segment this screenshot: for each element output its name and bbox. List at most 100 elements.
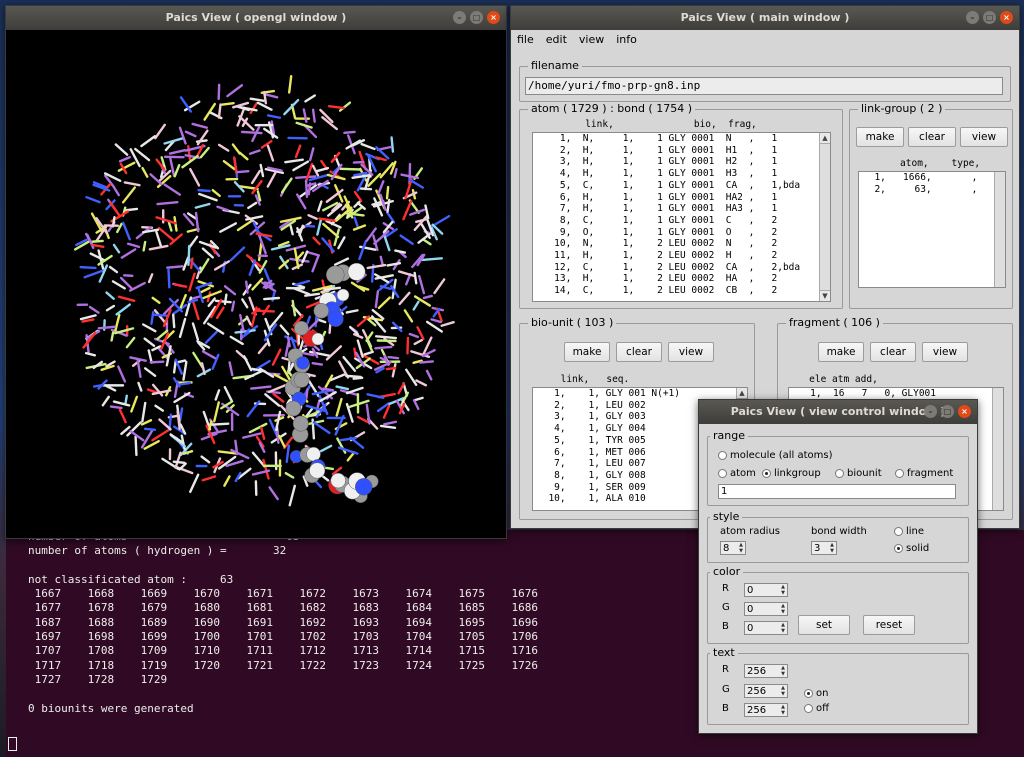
radio-linkgroup[interactable]: linkgroup <box>762 468 821 479</box>
close-icon[interactable]: × <box>1000 11 1013 24</box>
bio-unit-label: bio-unit ( 103 ) <box>528 316 617 329</box>
radio-solid-indicator <box>894 544 903 553</box>
spin-arrows-icon[interactable]: ▲ ▼ <box>779 704 787 716</box>
terminal-cursor <box>8 737 17 751</box>
text-b-value: 256 <box>747 705 767 716</box>
color-r-value: 0 <box>747 585 754 596</box>
radio-text-off-label: off <box>816 703 830 714</box>
link-list-header: atom, type, <box>860 158 981 169</box>
molecule-render <box>73 75 455 507</box>
radio-line[interactable]: line <box>894 526 924 537</box>
radio-line-indicator <box>894 527 903 536</box>
spin-arrows-icon[interactable]: ▲ ▼ <box>779 685 787 697</box>
spin-arrows-icon[interactable]: ▲ ▼ <box>779 665 787 677</box>
radio-solid[interactable]: solid <box>894 543 929 554</box>
range-group: range molecule (all atoms) atom linkgrou… <box>707 429 969 506</box>
range-input[interactable]: 1 <box>718 484 956 499</box>
maximize-icon[interactable]: □ <box>941 405 954 418</box>
opengl-window-titlebar[interactable]: Paics View ( opengl window ) – □ × <box>6 6 506 30</box>
bio-make-button[interactable]: make <box>564 342 610 362</box>
scroll-down-icon[interactable]: ▼ <box>820 290 830 301</box>
bio-clear-button[interactable]: clear <box>616 342 662 362</box>
radio-fragment[interactable]: fragment <box>895 468 953 479</box>
link-clear-button[interactable]: clear <box>908 127 956 147</box>
spin-arrows-icon[interactable]: ▲ ▼ <box>737 542 745 554</box>
main-window-title: Paics View ( main window ) <box>680 11 850 24</box>
style-label: style <box>710 510 743 523</box>
color-g-value: 0 <box>747 604 754 615</box>
spin-arrows-icon[interactable]: ▲ ▼ <box>828 542 836 554</box>
close-icon[interactable]: × <box>487 11 500 24</box>
radio-molecule[interactable]: molecule (all atoms) <box>718 450 833 461</box>
minimize-icon[interactable]: – <box>924 405 937 418</box>
color-label: color <box>710 565 744 578</box>
color-b-spinner[interactable]: 0 ▲ ▼ <box>744 621 788 635</box>
view-control-title: Paics View ( view control window ) <box>730 405 946 418</box>
color-group: color R 0 ▲ ▼ G 0 ▲ ▼ B 0 ▲ ▼ set reset <box>707 565 969 644</box>
text-b-spinner[interactable]: 256 ▲ ▼ <box>744 703 788 717</box>
scroll-up-icon[interactable]: ▲ <box>737 388 747 399</box>
close-icon[interactable]: × <box>958 405 971 418</box>
atom-radius-value: 8 <box>723 543 730 554</box>
main-window-titlebar[interactable]: Paics View ( main window ) – □ × <box>511 6 1019 30</box>
text-g-spinner[interactable]: 256 ▲ ▼ <box>744 684 788 698</box>
bond-width-value: 3 <box>814 543 821 554</box>
molecule-viewport[interactable] <box>6 30 506 538</box>
atom-list-scrollbar[interactable]: ▲ ▼ <box>819 133 830 301</box>
radio-text-on-indicator <box>804 689 813 698</box>
atom-radius-label: atom radius <box>720 526 780 537</box>
fragment-list-header: ele atm add, <box>792 374 878 385</box>
opengl-window-title: Paics View ( opengl window ) <box>165 11 347 24</box>
atom-group-label: atom ( 1729 ) : bond ( 1754 ) <box>528 102 695 115</box>
radio-text-off[interactable]: off <box>804 703 829 714</box>
color-g-spinner[interactable]: 0 ▲ ▼ <box>744 602 788 616</box>
color-set-button[interactable]: set <box>798 615 850 635</box>
fragment-list-scrollbar[interactable] <box>992 388 1003 510</box>
terminal-output: number of atoms = 63 number of atoms ( h… <box>28 530 538 715</box>
atom-group: atom ( 1729 ) : bond ( 1754 ) link, bio,… <box>519 102 843 309</box>
radio-biounit-indicator <box>835 469 844 478</box>
view-control-titlebar[interactable]: Paics View ( view control window ) – □ × <box>699 400 977 424</box>
bio-view-button[interactable]: view <box>668 342 714 362</box>
menu-bar: file edit view info <box>511 30 1019 50</box>
link-make-button[interactable]: make <box>856 127 904 147</box>
radio-line-label: line <box>906 526 925 537</box>
spin-arrows-icon[interactable]: ▲ ▼ <box>779 622 787 634</box>
spin-arrows-icon[interactable]: ▲ ▼ <box>779 584 787 596</box>
fragment-make-button[interactable]: make <box>818 342 864 362</box>
atom-radius-spinner[interactable]: 8 ▲ ▼ <box>720 541 746 555</box>
spin-arrows-icon[interactable]: ▲ ▼ <box>779 603 787 615</box>
menu-file[interactable]: file <box>517 30 534 50</box>
link-group-list[interactable]: 1, 1666, , 2, 63, , <box>858 171 1006 288</box>
color-b-label: B <box>722 621 729 632</box>
radio-atom[interactable]: atom <box>718 468 756 479</box>
maximize-icon[interactable]: □ <box>470 11 483 24</box>
minimize-icon[interactable]: – <box>966 11 979 24</box>
fragment-view-button[interactable]: view <box>922 342 968 362</box>
view-control-window: Paics View ( view control window ) – □ ×… <box>698 399 978 734</box>
link-view-button[interactable]: view <box>960 127 1008 147</box>
text-r-label: R <box>722 664 729 675</box>
radio-text-on[interactable]: on <box>804 688 828 699</box>
filename-field[interactable]: /home/yuri/fmo-prp-gn8.inp <box>525 77 1003 95</box>
radio-biounit[interactable]: biounit <box>835 468 882 479</box>
menu-info[interactable]: info <box>616 30 637 50</box>
text-r-spinner[interactable]: 256 ▲ ▼ <box>744 664 788 678</box>
color-r-spinner[interactable]: 0 ▲ ▼ <box>744 583 788 597</box>
color-reset-button[interactable]: reset <box>863 615 915 635</box>
atom-list[interactable]: 1, N, 1, 1 GLY 0001 N , 1 2, H, 1, 1 GLY… <box>532 132 831 302</box>
radio-fragment-label: fragment <box>907 468 954 479</box>
fragment-clear-button[interactable]: clear <box>870 342 916 362</box>
text-r-value: 256 <box>747 666 767 677</box>
radio-text-on-label: on <box>816 688 829 699</box>
link-list-scrollbar[interactable] <box>994 172 1005 287</box>
menu-edit[interactable]: edit <box>546 30 567 50</box>
atom-list-header: link, bio, frag, <box>528 119 757 130</box>
maximize-icon[interactable]: □ <box>983 11 996 24</box>
text-group: text R 256 ▲ ▼ G 256 ▲ ▼ B 256 ▲ ▼ on off <box>707 646 969 725</box>
scroll-up-icon[interactable]: ▲ <box>820 133 830 144</box>
menu-view[interactable]: view <box>579 30 604 50</box>
bond-sticks <box>73 75 455 507</box>
minimize-icon[interactable]: – <box>453 11 466 24</box>
bond-width-spinner[interactable]: 3 ▲ ▼ <box>811 541 837 555</box>
